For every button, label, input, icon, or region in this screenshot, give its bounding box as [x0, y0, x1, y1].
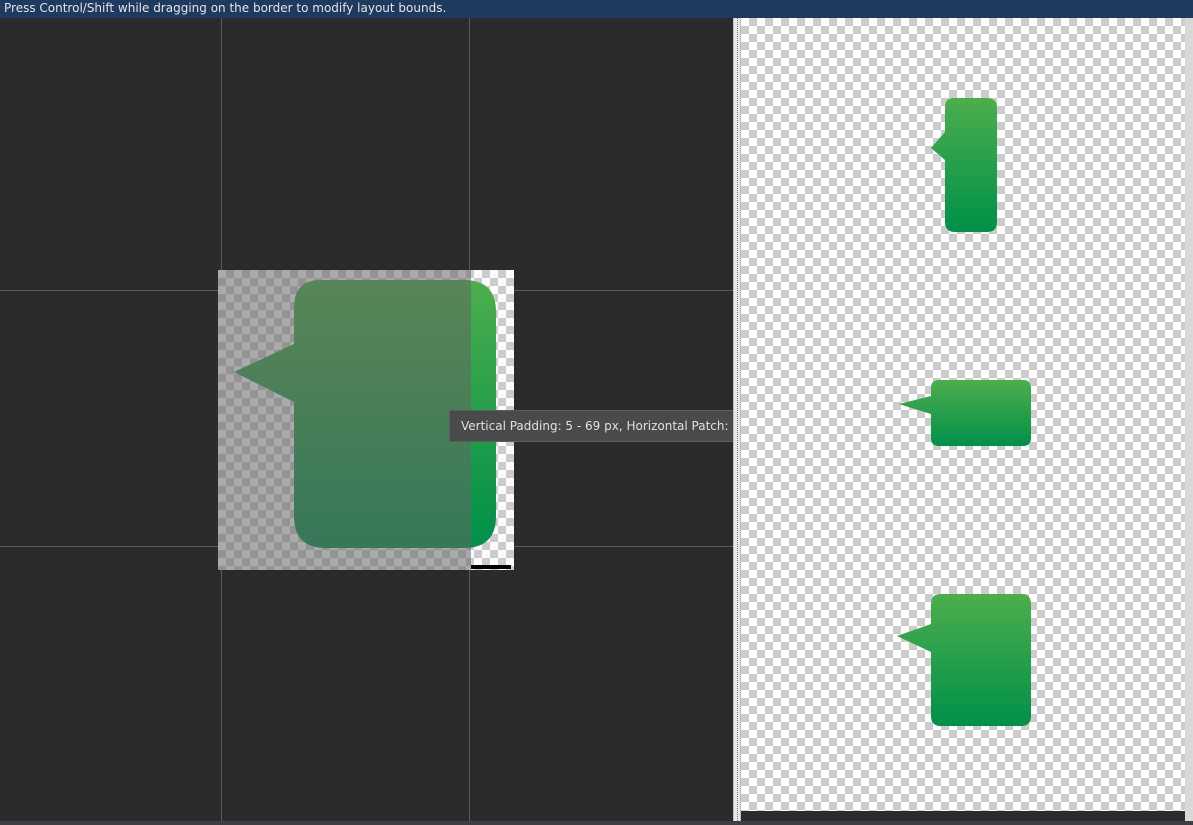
split-divider[interactable]: [733, 18, 741, 821]
divider-grip[interactable]: [737, 18, 738, 821]
patch-info-tooltip: Vertical Padding: 5 - 69 px, Horizontal …: [449, 410, 733, 442]
nine-patch-preview-pane: [741, 18, 1185, 811]
hint-bar: Press Control/Shift while dragging on th…: [0, 0, 1193, 18]
preview-scrollbar[interactable]: [1185, 18, 1193, 821]
bottom-status-strip: [0, 821, 1193, 825]
nine-patch-editor-canvas[interactable]: Vertical Padding: 5 - 69 px, Horizontal …: [0, 18, 733, 821]
preview-bubble-large: [897, 594, 1031, 726]
preview-bubble-wide: [899, 380, 1031, 446]
patch-overlay: [218, 270, 471, 570]
horizontal-patch-marker[interactable]: [471, 565, 511, 569]
preview-bubble-tall: [931, 98, 997, 232]
